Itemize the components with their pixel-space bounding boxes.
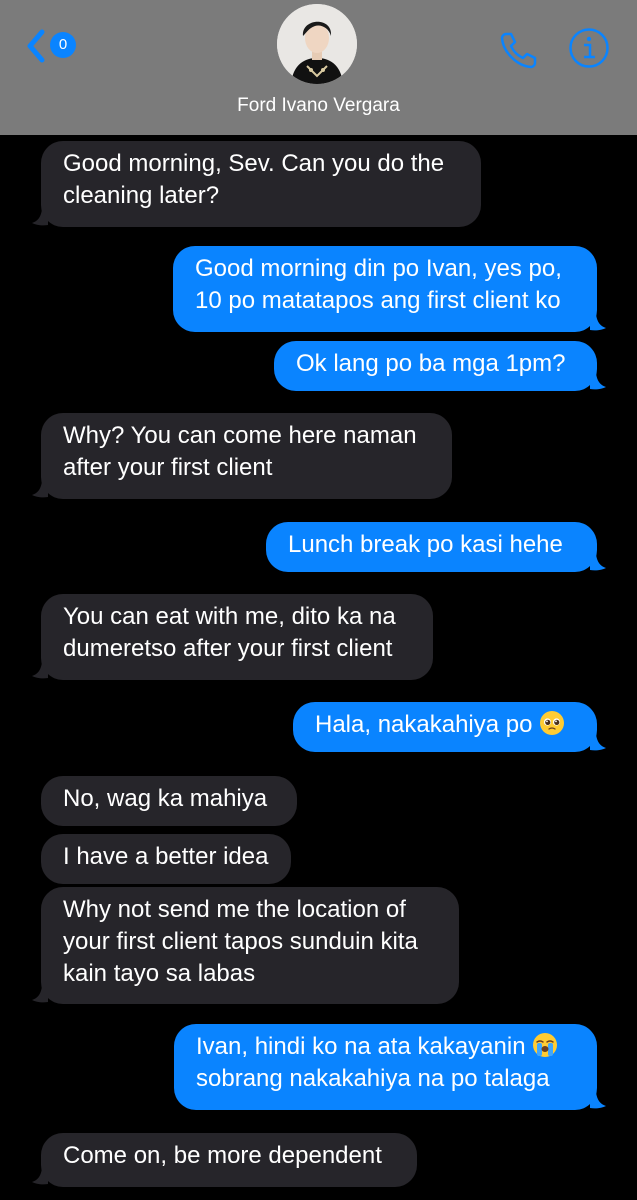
message-line: dumeretso after your first client <box>63 635 393 662</box>
message-line: Good morning, Sev. Can you do the <box>63 150 445 177</box>
loudly-crying-face-emoji <box>533 1033 558 1057</box>
incoming-bubble-tail <box>32 1168 48 1185</box>
outgoing-message[interactable]: Hala, nakakahiya po <box>293 702 597 752</box>
info-icon <box>569 28 609 68</box>
incoming-message[interactable]: I have a better idea <box>41 834 291 884</box>
incoming-bubble-tail <box>32 209 48 226</box>
outgoing-message[interactable]: Lunch break po kasi hehe <box>266 522 597 572</box>
outgoing-bubble-tail <box>590 314 606 331</box>
outgoing-message[interactable]: Ok lang po ba mga 1pm? <box>274 341 597 391</box>
message-line: kain tayo sa labas <box>63 960 256 987</box>
chevron-left-icon <box>27 29 45 63</box>
message-line: 10 po matatapos ang first client ko <box>195 287 561 314</box>
incoming-message[interactable]: Come on, be more dependent <box>41 1133 417 1187</box>
incoming-bubble-tail <box>32 481 48 498</box>
message-line: after your first client <box>63 454 273 481</box>
outgoing-message[interactable]: Ivan, hindi ko na ata kakayanin sobrang … <box>174 1024 597 1110</box>
outgoing-bubble-tail <box>590 554 606 571</box>
message-line: sobrang nakakahiya na po talaga <box>196 1065 550 1092</box>
incoming-message[interactable]: Good morning, Sev. Can you do the cleani… <box>41 141 481 227</box>
contact-name[interactable]: Ford Ivano Vergara <box>0 95 637 117</box>
message-line: You can eat with me, dito ka na <box>63 603 396 630</box>
message-line: your first client tapos sunduin kita <box>63 928 418 955</box>
incoming-bubble-tail <box>32 662 48 679</box>
info-button[interactable] <box>568 27 610 69</box>
contact-avatar[interactable] <box>277 4 357 84</box>
outgoing-bubble-tail <box>590 1092 606 1109</box>
message-line: Ivan, hindi ko na ata kakayanin <box>196 1033 526 1060</box>
avatar-image <box>277 4 357 84</box>
message-line: cleaning later? <box>63 182 220 209</box>
pleading-face-emoji <box>540 711 565 735</box>
message-line: Why not send me the location of <box>63 896 406 923</box>
message-line: Why? You can come here naman <box>63 422 417 449</box>
incoming-message[interactable]: No, wag ka mahiya <box>41 776 297 826</box>
outgoing-message[interactable]: Good morning din po Ivan, yes po, 10 po … <box>173 246 597 332</box>
message-line: Lunch break po kasi hehe <box>288 531 563 558</box>
message-line: I have a better idea <box>63 843 269 870</box>
message-line: Come on, be more dependent <box>63 1142 382 1169</box>
back-button[interactable]: 0 <box>22 26 82 66</box>
message-line: Hala, nakakahiya po <box>315 711 533 738</box>
message-line: Ok lang po ba mga 1pm? <box>296 350 566 377</box>
outgoing-bubble-tail <box>590 734 606 751</box>
message-line: No, wag ka mahiya <box>63 785 268 812</box>
conversation-header: 0 Ford Ivano Vergara <box>0 0 637 135</box>
outgoing-bubble-tail <box>590 373 606 390</box>
incoming-bubble-tail <box>32 986 48 1003</box>
phone-icon <box>500 32 537 69</box>
incoming-message[interactable]: Why? You can come here naman after your … <box>41 413 452 499</box>
incoming-message[interactable]: Why not send me the location of your fir… <box>41 887 459 1004</box>
message-line: Good morning din po Ivan, yes po, <box>195 255 562 282</box>
call-button[interactable] <box>497 28 541 72</box>
unread-count-badge: 0 <box>50 32 76 58</box>
incoming-message[interactable]: You can eat with me, dito ka na dumerets… <box>41 594 433 680</box>
